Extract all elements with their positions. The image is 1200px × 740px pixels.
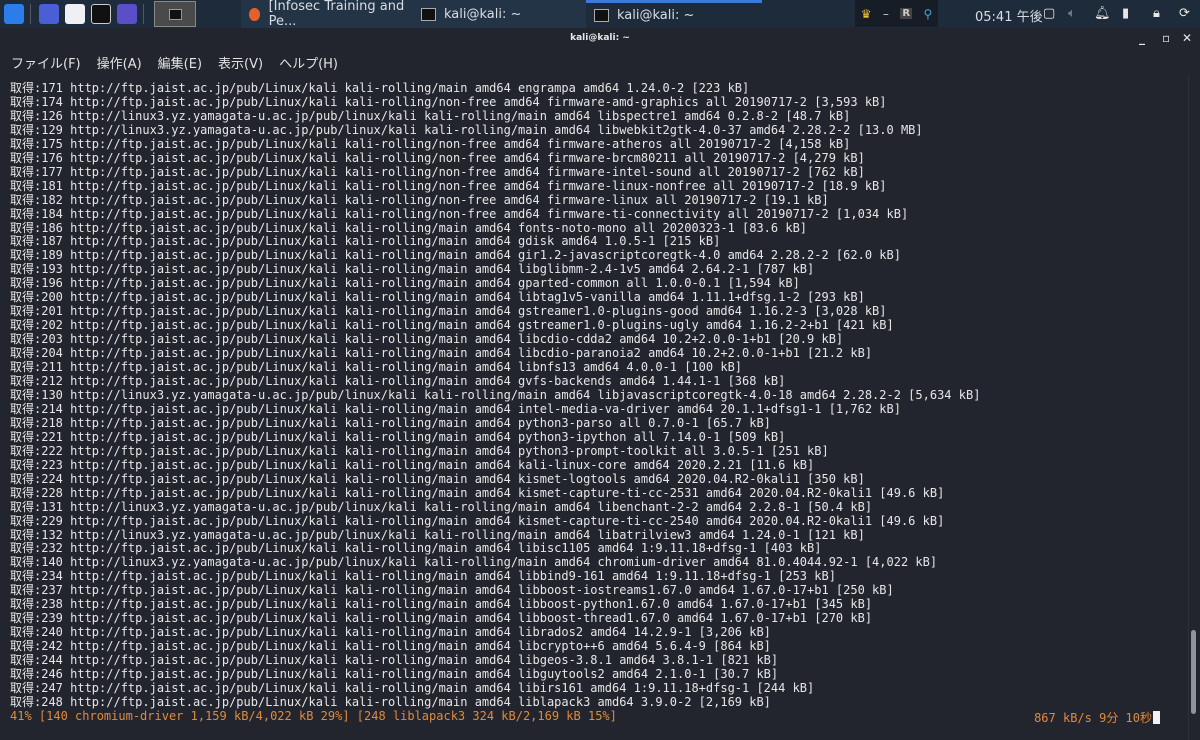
task-label: [Infosec Training and Pe... [268, 0, 405, 29]
terminal-line: 取得:174 http://ftp.jaist.ac.jp/pub/Linux/… [10, 94, 887, 109]
download-speed-eta: 867 kB/s 9分 10秒 [1034, 709, 1160, 726]
text-cursor [1153, 711, 1160, 724]
network-tray-icon[interactable]: ⚲ [923, 7, 932, 21]
minimize-button[interactable]: _ [1139, 31, 1145, 45]
menubar: ファイル(F) 操作(A) 編集(E) 表示(V) ヘルプ(H) [0, 50, 1200, 74]
scrollbar-thumb[interactable] [1191, 630, 1196, 714]
terminal-line: 取得:222 http://ftp.jaist.ac.jp/pub/Linux/… [10, 443, 829, 458]
terminal-line: 取得:221 http://ftp.jaist.ac.jp/pub/Linux/… [10, 429, 786, 444]
window-title: kali@kali: ~ [570, 33, 630, 43]
terminal-icon [168, 8, 182, 20]
maximize-button[interactable]: ▫ [1162, 31, 1170, 45]
terminal-line: 取得:204 http://ftp.jaist.ac.jp/pub/Linux/… [10, 346, 873, 361]
terminal-output[interactable]: 取得:171 http://ftp.jaist.ac.jp/pub/Linux/… [10, 81, 1185, 724]
terminal-line: 取得:229 http://ftp.jaist.ac.jp/pub/Linux/… [10, 513, 945, 528]
file-manager-icon[interactable] [65, 4, 85, 24]
task-firefox[interactable]: [Infosec Training and Pe... [241, 0, 413, 29]
menu-edit[interactable]: 編集(E) [158, 53, 202, 72]
logout-icon[interactable]: ⟳ [1179, 6, 1190, 21]
close-button[interactable]: ✕ [1182, 31, 1192, 45]
scrollbar[interactable] [1188, 76, 1199, 740]
workspace-1[interactable] [154, 1, 196, 27]
firefox-icon [249, 7, 260, 21]
terminal-line: 取得:242 http://ftp.jaist.ac.jp/pub/Linux/… [10, 639, 771, 654]
display-icon[interactable]: ▢ [1043, 6, 1055, 21]
terminal-icon [594, 9, 609, 22]
terminal-line: 取得:176 http://ftp.jaist.ac.jp/pub/Linux/… [10, 150, 865, 165]
lock-icon[interactable]: 🔒︎ [1153, 6, 1160, 21]
screen-recorder-icon[interactable] [117, 4, 137, 24]
system-tray: ♛ – R ⚲ [855, 0, 938, 27]
terminal-line: 取得:244 http://ftp.jaist.ac.jp/pub/Linux/… [10, 653, 779, 668]
terminal-line: 取得:211 http://ftp.jaist.ac.jp/pub/Linux/… [10, 360, 743, 375]
menu-help[interactable]: ヘルプ(H) [279, 53, 338, 72]
clock[interactable]: 05:41 午後 [975, 6, 1043, 25]
terminal-launcher-icon[interactable] [91, 4, 111, 24]
r-tray-icon[interactable]: R [900, 8, 913, 19]
minimize-tray-icon[interactable]: – [883, 7, 889, 21]
kali-menu-icon[interactable] [4, 4, 24, 24]
terminal-line: 取得:184 http://ftp.jaist.ac.jp/pub/Linux/… [10, 206, 909, 221]
terminal-line: 取得:212 http://ftp.jaist.ac.jp/pub/Linux/… [10, 374, 786, 389]
terminal-line: 取得:131 http://linux3.yz.yamagata-u.ac.jp… [10, 499, 873, 514]
terminal-line: 取得:224 http://ftp.jaist.ac.jp/pub/Linux/… [10, 471, 865, 486]
terminal-line: 取得:228 http://ftp.jaist.ac.jp/pub/Linux/… [10, 485, 945, 500]
terminal-line: 取得:182 http://ftp.jaist.ac.jp/pub/Linux/… [10, 192, 829, 207]
terminal-line: 取得:181 http://ftp.jaist.ac.jp/pub/Linux/… [10, 178, 887, 193]
terminal-line: 取得:175 http://ftp.jaist.ac.jp/pub/Linux/… [10, 136, 851, 151]
terminal-line: 取得:247 http://ftp.jaist.ac.jp/pub/Linux/… [10, 680, 815, 695]
crown-icon[interactable]: ♛ [861, 7, 872, 21]
progress-line: 41% [140 chromium-driver 1,159 kB/4,022 … [10, 708, 617, 723]
terminal-line: 取得:223 http://ftp.jaist.ac.jp/pub/Linux/… [10, 457, 815, 472]
task-label: kali@kali: ~ [444, 6, 522, 22]
terminal-line: 取得:218 http://ftp.jaist.ac.jp/pub/Linux/… [10, 415, 771, 430]
terminal-line: 取得:130 http://linux3.yz.yamagata-u.ac.jp… [10, 387, 981, 402]
terminal-line: 取得:129 http://linux3.yz.yamagata-u.ac.jp… [10, 122, 923, 137]
window-titlebar: kali@kali: ~ _ ▫ ✕ [0, 28, 1200, 50]
terminal-line: 取得:246 http://ftp.jaist.ac.jp/pub/Linux/… [10, 667, 779, 682]
menu-file[interactable]: ファイル(F) [11, 53, 81, 72]
battery-icon[interactable]: ▮ [1122, 6, 1129, 21]
terminal-icon [421, 7, 436, 21]
menu-action[interactable]: 操作(A) [97, 53, 142, 72]
task-terminal-1[interactable]: kali@kali: ~ [413, 0, 586, 28]
task-label: kali@kali: ~ [617, 8, 695, 23]
notification-bell-icon[interactable]: 🔔︎ [1094, 6, 1111, 21]
terminal-line: 取得:126 http://linux3.yz.yamagata-u.ac.jp… [10, 108, 851, 123]
terminal-line: 取得:177 http://ftp.jaist.ac.jp/pub/Linux/… [10, 164, 865, 179]
volume-icon[interactable]: 🔈︎ [1068, 6, 1076, 21]
terminal-line: 取得:248 http://ftp.jaist.ac.jp/pub/Linux/… [10, 694, 771, 709]
terminal-line: 取得:214 http://ftp.jaist.ac.jp/pub/Linux/… [10, 401, 901, 416]
divider [143, 4, 144, 24]
show-desktop-icon[interactable] [39, 4, 59, 24]
speed-eta-text: 867 kB/s 9分 10秒 [1034, 711, 1152, 725]
task-terminal-2[interactable]: kali@kali: ~ [586, 0, 762, 28]
menu-view[interactable]: 表示(V) [218, 53, 263, 72]
divider [30, 4, 31, 24]
terminal-line: 取得:171 http://ftp.jaist.ac.jp/pub/Linux/… [10, 81, 750, 95]
